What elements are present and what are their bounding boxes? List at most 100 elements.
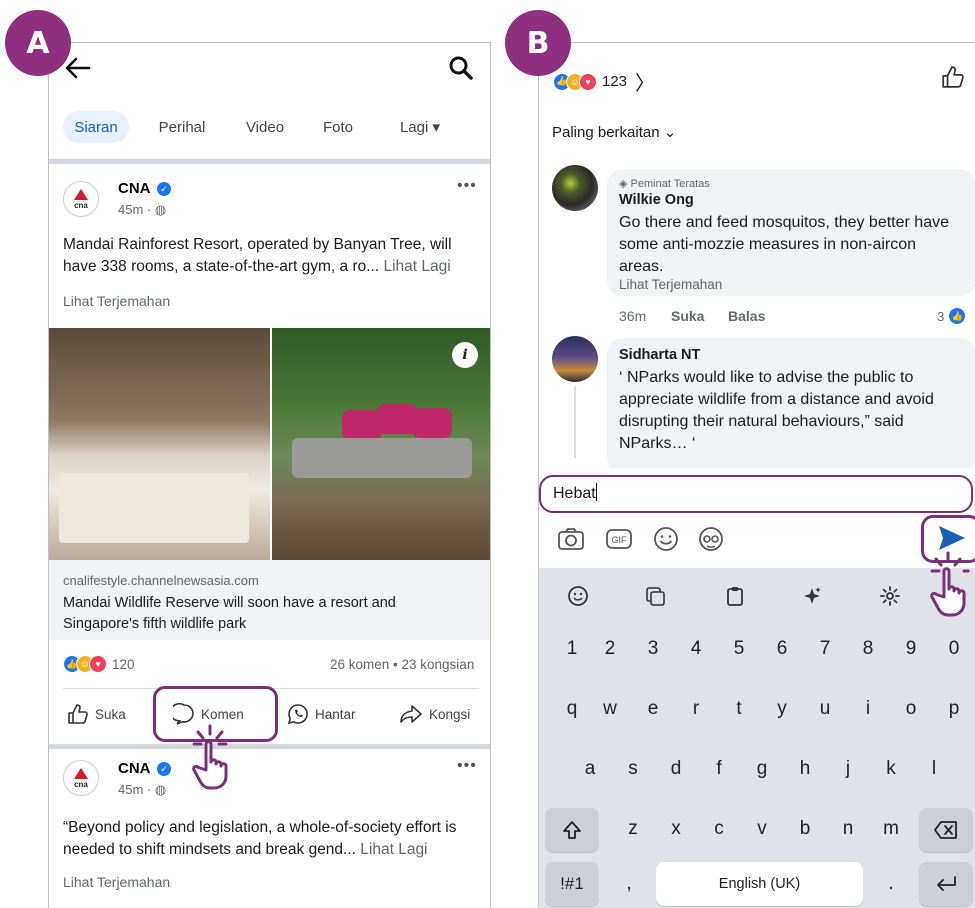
key-q[interactable]: q (557, 698, 587, 720)
key-l[interactable]: l (919, 758, 949, 780)
key-e[interactable]: e (638, 698, 668, 720)
clipboard-icon[interactable] (720, 581, 750, 611)
symbols-key[interactable]: !#1 (545, 862, 599, 906)
text-cursor (595, 483, 598, 501)
key-z[interactable]: z (618, 818, 648, 840)
cushion-shape (342, 410, 382, 440)
comment-input[interactable]: Hebat (539, 475, 973, 513)
commenter-name[interactable]: Wilkie Ong (619, 192, 694, 208)
key-3[interactable]: 3 (638, 638, 668, 660)
key-2[interactable]: 2 (595, 638, 625, 660)
tab-siaran[interactable]: Siaran (63, 111, 129, 143)
enter-key[interactable] (919, 862, 973, 906)
gif-icon[interactable]: GIF (605, 525, 633, 553)
tab-video[interactable]: Video (232, 111, 298, 143)
back-arrow-icon[interactable] (65, 57, 91, 84)
key-6[interactable]: 6 (767, 638, 797, 660)
more-options-icon[interactable]: ••• (457, 757, 477, 775)
key-k[interactable]: k (876, 758, 906, 780)
post-stats[interactable]: 26 komen • 23 kongsian (330, 657, 474, 672)
key-i[interactable]: i (853, 698, 883, 720)
comment-like-count[interactable]: 3 👍 (937, 307, 967, 325)
key-t[interactable]: t (724, 698, 754, 720)
camera-icon[interactable] (557, 525, 585, 553)
key-x[interactable]: x (661, 818, 691, 840)
thumbs-up-icon[interactable] (941, 65, 965, 94)
search-icon[interactable] (448, 55, 474, 86)
see-more-link[interactable]: Lihat Lagi (383, 258, 450, 275)
emoji-icon[interactable] (652, 525, 680, 553)
comment-like-button[interactable]: Suka (671, 308, 704, 324)
key-5[interactable]: 5 (724, 638, 754, 660)
settings-gear-icon[interactable] (875, 581, 905, 611)
post-text: “Beyond policy and legislation, a whole-… (63, 817, 483, 861)
cna-avatar[interactable]: cna (63, 760, 99, 796)
see-translation-link[interactable]: Lihat Terjemahan (63, 293, 170, 309)
see-more-link[interactable]: Lihat Lagi (360, 841, 427, 858)
avatar[interactable] (552, 336, 598, 382)
avatar-sticker-icon[interactable] (697, 525, 725, 553)
keyboard-emoji-icon[interactable] (563, 581, 593, 611)
backspace-key[interactable] (919, 808, 973, 852)
key-n[interactable]: n (833, 818, 863, 840)
key-d[interactable]: d (661, 758, 691, 780)
more-options-icon[interactable]: ••• (457, 177, 477, 195)
sort-dropdown[interactable]: Paling berkaitan ⌄ (552, 123, 676, 141)
key-0[interactable]: 0 (939, 638, 969, 660)
cna-avatar[interactable]: cna (63, 181, 99, 217)
share-button[interactable]: Kongsi (399, 703, 470, 725)
key-y[interactable]: y (767, 698, 797, 720)
key-b[interactable]: b (790, 818, 820, 840)
tap-hand-icon (186, 722, 250, 795)
comment-time: 36m (619, 308, 647, 324)
see-translation-link[interactable]: Lihat Terjemahan (63, 874, 170, 890)
link-preview[interactable]: cnalifestyle.channelnewsasia.com Mandai … (49, 560, 490, 640)
key-j[interactable]: j (833, 758, 863, 780)
reaction-summary[interactable]: 👍 ☺ ♥ 123 〉 (553, 67, 655, 96)
post-time-text: 45m · (118, 782, 155, 797)
key-h[interactable]: h (790, 758, 820, 780)
tab-lagi[interactable]: Lagi ▾ (382, 111, 458, 143)
post-image-bedroom[interactable] (49, 328, 270, 560)
post-author[interactable]: CNA (118, 180, 151, 197)
like-button[interactable]: Suka (67, 703, 126, 725)
key-c[interactable]: c (704, 818, 734, 840)
key-p[interactable]: p (939, 698, 969, 720)
key-a[interactable]: a (575, 758, 605, 780)
avatar[interactable] (552, 165, 598, 211)
period-key[interactable]: . (876, 873, 906, 895)
info-icon[interactable]: i (452, 342, 478, 368)
key-m[interactable]: m (876, 818, 906, 840)
tab-perihal[interactable]: Perihal (149, 111, 215, 143)
key-s[interactable]: s (618, 758, 648, 780)
see-translation-link[interactable]: Lihat Terjemahan (619, 277, 722, 292)
send-button[interactable]: Hantar (287, 703, 356, 725)
keyboard-sticker-icon[interactable] (640, 581, 670, 611)
sort-label: Paling berkaitan (552, 124, 660, 141)
ai-sparkle-icon[interactable] (797, 581, 827, 611)
key-f[interactable]: f (704, 758, 734, 780)
key-u[interactable]: u (810, 698, 840, 720)
key-w[interactable]: w (595, 698, 625, 720)
key-9[interactable]: 9 (896, 638, 926, 660)
shift-key[interactable] (545, 808, 599, 852)
key-4[interactable]: 4 (681, 638, 711, 660)
key-o[interactable]: o (896, 698, 926, 720)
key-8[interactable]: 8 (853, 638, 883, 660)
globe-icon: ◍ (154, 202, 167, 217)
space-key[interactable]: English (UK) (656, 862, 863, 906)
reaction-summary[interactable]: 👍 ☺ ♥ 120 (63, 655, 135, 673)
post-author[interactable]: CNA (118, 760, 151, 777)
key-g[interactable]: g (747, 758, 777, 780)
post-image-terrace[interactable]: i (272, 328, 490, 560)
commenter-name[interactable]: Sidharta NT (619, 347, 700, 363)
like-count-text: 3 (937, 308, 945, 324)
comment-reply-button[interactable]: Balas (728, 308, 765, 324)
key-r[interactable]: r (681, 698, 711, 720)
key-1[interactable]: 1 (557, 638, 587, 660)
enter-icon (937, 876, 956, 891)
comma-key[interactable]: , (614, 873, 644, 895)
key-7[interactable]: 7 (810, 638, 840, 660)
tab-foto[interactable]: Foto (305, 111, 371, 143)
key-v[interactable]: v (747, 818, 777, 840)
